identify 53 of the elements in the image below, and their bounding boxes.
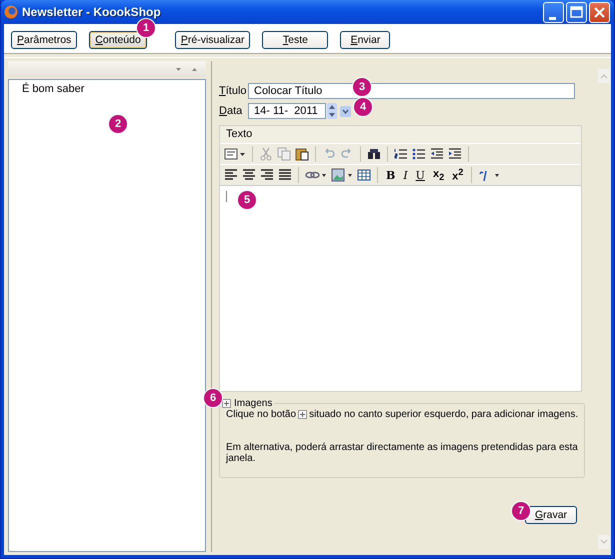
bullet-list-icon[interactable] (412, 147, 426, 161)
help-text: situado no canto superior esquerdo, para adicionar imagens. (309, 409, 578, 420)
format-button[interactable]: I (401, 167, 410, 183)
numbered-list-icon[interactable] (394, 147, 408, 161)
callout-badge: 7 (512, 502, 530, 520)
expand-icon (298, 410, 308, 419)
callout-badge: 6 (204, 389, 222, 407)
callout-badge: 5 (238, 191, 256, 209)
toolbar-button[interactable]: Teste (262, 31, 328, 49)
spellcheck-icon[interactable] (478, 168, 500, 182)
format-button[interactable]: U (414, 167, 427, 183)
help-text: Em alternativa, poderá arrastar directamente as imagens pretendidas para esta janela. (226, 442, 578, 464)
align-left-icon[interactable] (224, 168, 238, 182)
align-center-icon[interactable] (242, 168, 256, 182)
maximize-button[interactable] (566, 2, 587, 22)
app-icon (4, 5, 18, 19)
close-button[interactable] (589, 2, 610, 22)
date-field[interactable]: 14- 11- 2011 (248, 103, 326, 119)
paste-icon[interactable] (295, 147, 309, 161)
group-title: Imagens (234, 398, 272, 409)
callout-badge: 3 (353, 78, 371, 96)
format-button[interactable]: B (384, 167, 398, 183)
format-button[interactable]: x$^{2}$ (450, 167, 466, 183)
spin-icon[interactable] (327, 103, 337, 119)
align-right-icon[interactable] (260, 168, 274, 182)
expand-icon[interactable] (222, 399, 231, 408)
minimize-button[interactable] (543, 2, 564, 22)
outdent-icon[interactable] (430, 147, 444, 161)
format-button[interactable]: x$_{2}$ (430, 167, 446, 183)
save-button[interactable]: Gravar (525, 506, 577, 524)
callout-badge: 4 (354, 98, 372, 116)
toolbar-button[interactable]: Enviar (340, 31, 390, 49)
field-label: Data (219, 105, 244, 117)
indent-icon[interactable] (448, 147, 462, 161)
dropdown-icon[interactable] (340, 106, 351, 116)
justify-icon[interactable] (278, 168, 292, 182)
image-icon[interactable] (331, 168, 353, 182)
field-label: Título (219, 85, 245, 97)
editor-label: Texto (225, 127, 254, 142)
table-icon[interactable] (357, 168, 371, 182)
toolbar-button[interactable]: Parâmetros (11, 31, 78, 49)
toolbar-button[interactable]: Conteúdo (89, 31, 147, 49)
toolbar-button[interactable]: Pré-visualizar (174, 31, 250, 49)
callout-badge: 2 (109, 115, 127, 133)
minimize-icon (549, 16, 556, 20)
list-item[interactable]: É bom saber (22, 83, 84, 95)
binoculars-icon[interactable] (367, 147, 381, 161)
down-arrow-icon[interactable] (176, 68, 181, 70)
callout-badge: 1 (137, 19, 155, 37)
help-text: Clique no botão (226, 409, 296, 420)
window-title: Newsletter - KoookShop (22, 5, 161, 19)
format-icon[interactable] (224, 147, 246, 161)
up-arrow-icon[interactable] (192, 68, 197, 70)
